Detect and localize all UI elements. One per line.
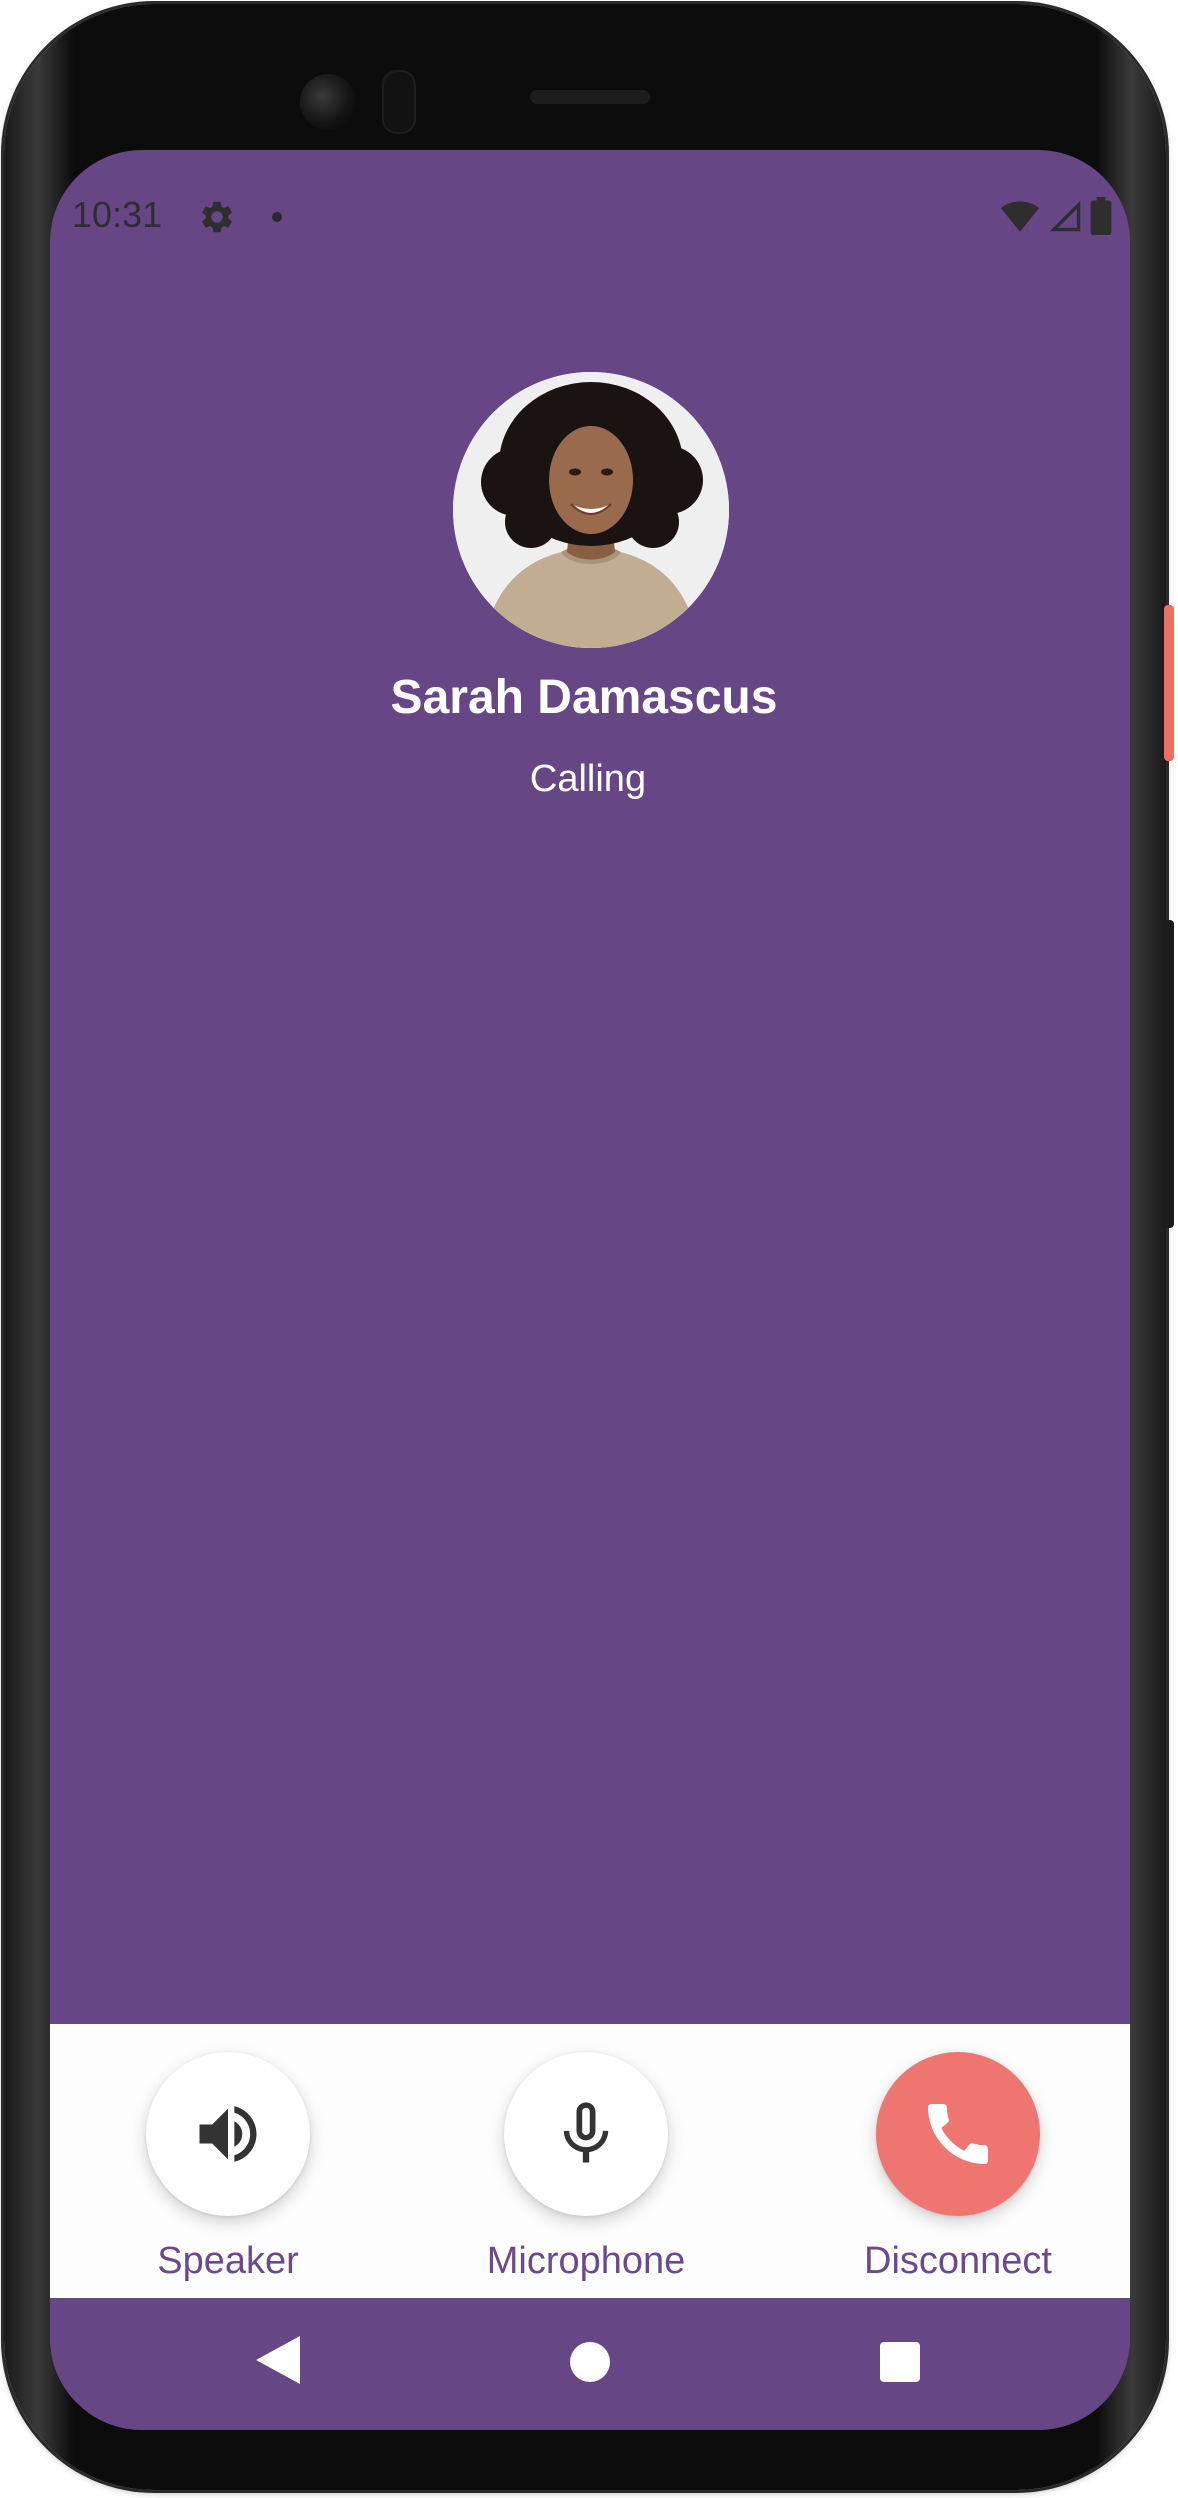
caller-photo — [453, 372, 729, 648]
disconnect-button[interactable] — [876, 2052, 1040, 2216]
settings-icon — [202, 201, 232, 233]
call-screen: 10:31 Sarah Damascus Calling Speaker Mic… — [50, 150, 1130, 2430]
status-icons — [1000, 196, 1112, 236]
signal-icon — [1049, 200, 1081, 232]
notification-dot-icon — [272, 212, 282, 222]
speaker-control: Speaker — [78, 2024, 378, 2298]
caller-name: Sarah Damascus — [390, 671, 778, 724]
status-time: 10:31 — [72, 194, 163, 235]
back-icon[interactable] — [256, 2336, 300, 2384]
front-camera — [300, 74, 356, 130]
recents-icon[interactable] — [880, 2342, 920, 2382]
volume-button — [1164, 920, 1174, 1228]
microphone-icon — [563, 2102, 609, 2163]
home-icon[interactable] — [570, 2342, 610, 2382]
microphone-button[interactable] — [504, 2052, 668, 2216]
speaker-label: Speaker — [157, 2240, 299, 2282]
caller-avatar — [453, 372, 729, 648]
call-controls: Speaker Microphone Disconnect — [50, 2024, 1130, 2298]
call-status: Calling — [529, 758, 647, 800]
status-bar: 10:31 — [50, 150, 1130, 270]
battery-icon — [1090, 197, 1112, 235]
disconnect-label: Disconnect — [864, 2240, 1052, 2282]
microphone-control: Microphone — [436, 2024, 736, 2298]
speaker-icon — [199, 2106, 257, 2162]
phone-frame: 10:31 Sarah Damascus Calling Speaker Mic… — [4, 4, 1166, 2490]
disconnect-control: Disconnect — [808, 2024, 1108, 2298]
speaker-button[interactable] — [146, 2052, 310, 2216]
microphone-label: Microphone — [486, 2240, 686, 2282]
navigation-bar — [50, 2298, 1130, 2430]
proximity-sensor — [382, 70, 416, 134]
phone-hangup-icon — [928, 2104, 988, 2164]
power-button — [1164, 605, 1174, 761]
earpiece-speaker — [530, 90, 650, 104]
wifi-icon — [1000, 201, 1040, 232]
